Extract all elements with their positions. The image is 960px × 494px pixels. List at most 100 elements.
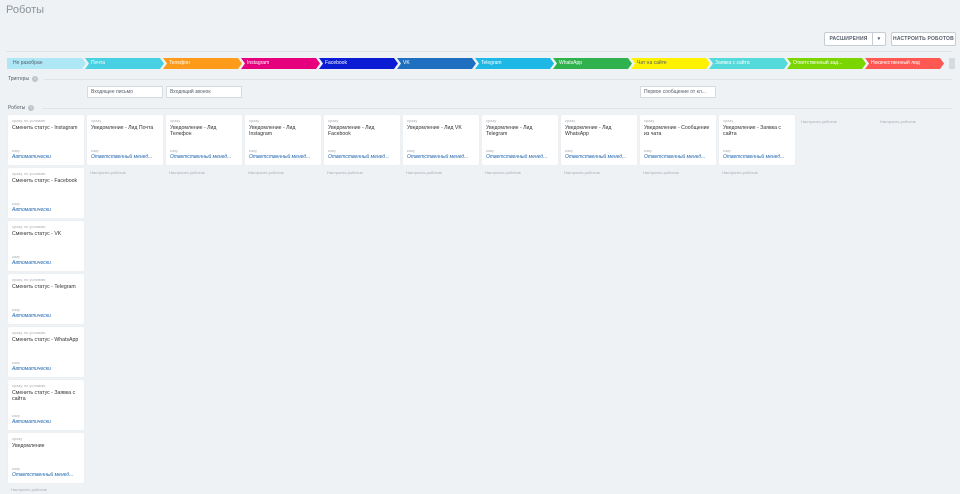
- robot-responsible[interactable]: Ответственный менед...: [565, 154, 626, 160]
- robot-card[interactable]: сразу, по условию Сменить статус - WhatsA…: [8, 327, 84, 377]
- robot-delay: сразу: [12, 436, 23, 441]
- stage-5[interactable]: Facebook: [319, 58, 398, 69]
- divider: [42, 108, 952, 109]
- stage-9[interactable]: Чат на сайте: [631, 58, 710, 69]
- page-title: Роботы: [6, 4, 45, 16]
- stage-10[interactable]: Заявка с сайта: [709, 58, 788, 69]
- robot-responsible[interactable]: Ответственный менед...: [644, 154, 705, 160]
- stage-11[interactable]: Ответственный зад...: [787, 58, 866, 69]
- configure-robots-link[interactable]: Настроить роботов: [90, 170, 126, 175]
- extensions-button[interactable]: РАСШИРЕНИЯ ▾: [824, 32, 886, 46]
- divider: [6, 51, 952, 52]
- robot-title: Сменить статус - Instagram: [12, 125, 78, 131]
- robot-card[interactable]: сразу, по условию Сменить статус - Facebo…: [8, 168, 84, 218]
- robot-delay: сразу, по условию: [12, 118, 46, 123]
- robot-title: Уведомление - Лид VK: [407, 125, 462, 131]
- configure-robots-link[interactable]: Настроить роботов: [248, 170, 284, 175]
- help-icon[interactable]: ?: [28, 105, 35, 111]
- robot-responsible[interactable]: Автоматически: [12, 207, 51, 213]
- robot-card[interactable]: сразу Уведомление - Лид VK кому Ответственн…: [403, 115, 479, 165]
- help-icon[interactable]: ?: [32, 76, 39, 82]
- robot-card[interactable]: сразу Уведомление - Лид Instagram кому Отве…: [245, 115, 321, 165]
- robot-card[interactable]: сразу, по условию Сменить статус - Telegr…: [8, 274, 84, 324]
- robot-responsible[interactable]: Ответственный менед...: [328, 154, 389, 160]
- robot-responsible-label: кому: [407, 149, 415, 153]
- configure-robots-link[interactable]: Настроить роботов: [327, 170, 363, 175]
- robot-responsible-label: кому: [12, 255, 20, 259]
- stage-7[interactable]: Telegram: [475, 58, 554, 69]
- robot-delay: сразу: [723, 118, 734, 123]
- robot-title: Уведомление - Сообщение из чата: [644, 125, 710, 137]
- configure-robots-link[interactable]: Настроить роботов: [880, 119, 916, 124]
- robot-delay: сразу: [91, 118, 102, 123]
- robot-title: Сменить статус - VK: [12, 231, 62, 237]
- robot-delay: сразу: [407, 118, 418, 123]
- configure-robots-link[interactable]: Настроить роботов: [643, 170, 679, 175]
- robot-responsible-label: кому: [12, 414, 20, 418]
- triggers-section: Триггеры ?: [8, 76, 39, 82]
- robot-card[interactable]: сразу Уведомление - Лид WhatsApp кому Ответ…: [561, 115, 637, 165]
- stages-scroll-handle[interactable]: [949, 58, 955, 69]
- trigger-incoming-email[interactable]: Входящее письмо: [87, 86, 163, 98]
- robot-responsible[interactable]: Автоматически: [12, 260, 51, 266]
- robot-responsible-label: кому: [12, 361, 20, 365]
- robot-responsible[interactable]: Ответственный менед...: [486, 154, 547, 160]
- robot-responsible[interactable]: Автоматически: [12, 313, 51, 319]
- robot-card[interactable]: сразу, по условию Сменить статус - Заявка…: [8, 380, 84, 430]
- robots-label: Роботы: [8, 105, 26, 111]
- robot-responsible[interactable]: Автоматически: [12, 419, 51, 425]
- configure-robots-link[interactable]: Настроить роботов: [722, 170, 758, 175]
- robot-responsible[interactable]: Ответственный менед...: [723, 154, 784, 160]
- robot-responsible[interactable]: Ответственный менед...: [407, 154, 468, 160]
- robot-title: Уведомление - Лид Facebook: [328, 125, 375, 137]
- configure-robots-link[interactable]: Настроить роботов: [564, 170, 600, 175]
- robot-responsible-label: кому: [723, 149, 731, 153]
- configure-robots-link[interactable]: Настроить роботов: [406, 170, 442, 175]
- robot-title: Сменить статус - WhatsApp: [12, 337, 79, 343]
- robot-responsible[interactable]: Ответственный менед...: [249, 154, 310, 160]
- robot-card[interactable]: сразу Уведомление кому Ответственный менед.…: [8, 433, 84, 483]
- robot-card[interactable]: сразу, по условию Сменить статус - VK кому…: [8, 221, 84, 271]
- configure-robots-link[interactable]: Настроить роботов: [169, 170, 205, 175]
- robot-card[interactable]: сразу Уведомление - Лид Почта кому Ответств…: [87, 115, 163, 165]
- configure-robots-button[interactable]: НАСТРОИТЬ РОБОТОВ: [891, 32, 956, 46]
- configure-robots-link[interactable]: Настроить роботов: [485, 170, 521, 175]
- stage-4[interactable]: Instagram: [241, 58, 320, 69]
- stage-12[interactable]: Некачественный лид: [865, 58, 944, 69]
- robot-responsible[interactable]: Ответственный менед...: [91, 154, 152, 160]
- robot-delay: сразу, по условию: [12, 383, 46, 388]
- stage-1[interactable]: Не разобран: [7, 58, 86, 69]
- robot-delay: сразу, по условию: [12, 330, 46, 335]
- robot-responsible-label: кому: [91, 149, 99, 153]
- robot-card[interactable]: сразу Уведомление - Лид Телефон кому Ответс…: [166, 115, 242, 165]
- robot-responsible-label: кому: [486, 149, 494, 153]
- robot-responsible-label: кому: [12, 467, 20, 471]
- robot-title: Уведомление - Лид Телефон: [170, 125, 217, 137]
- robot-title: Уведомление: [12, 443, 45, 449]
- robot-responsible[interactable]: Ответственный менед...: [12, 472, 73, 478]
- chevron-down-icon[interactable]: ▾: [872, 33, 885, 45]
- divider: [44, 79, 952, 80]
- configure-robots-link[interactable]: Настроить роботов: [801, 119, 837, 124]
- trigger-first-chat-message[interactable]: Первое сообщение от кл...: [640, 86, 716, 98]
- stage-2[interactable]: Почта: [85, 58, 164, 69]
- robot-delay: сразу: [486, 118, 497, 123]
- robot-delay: сразу: [644, 118, 655, 123]
- robot-card[interactable]: сразу Уведомление - Заявка с сайта кому Отв…: [719, 115, 795, 165]
- robot-responsible-label: кому: [12, 149, 20, 153]
- robot-card[interactable]: сразу, по условию Сменить статус - Instag…: [8, 115, 84, 165]
- robot-delay: сразу: [328, 118, 339, 123]
- stage-6[interactable]: VK: [397, 58, 476, 69]
- robot-card[interactable]: сразу Уведомление - Лид Telegram кому Ответ…: [482, 115, 558, 165]
- stage-3[interactable]: Телефон: [163, 58, 242, 69]
- robot-responsible[interactable]: Автоматически: [12, 366, 51, 372]
- robot-title: Сменить статус - Facebook: [12, 178, 78, 184]
- robot-title: Сменить статус - Заявка с сайта: [12, 390, 76, 402]
- robot-responsible[interactable]: Автоматически: [12, 154, 51, 160]
- robot-card[interactable]: сразу Уведомление - Сообщение из чата кому…: [640, 115, 716, 165]
- trigger-incoming-call[interactable]: Входящий звонок: [166, 86, 242, 98]
- stage-8[interactable]: WhatsApp: [553, 58, 632, 69]
- configure-robots-link[interactable]: Настроить роботов: [11, 487, 47, 492]
- robot-card[interactable]: сразу Уведомление - Лид Facebook кому Ответ…: [324, 115, 400, 165]
- robot-responsible[interactable]: Ответственный менед...: [170, 154, 231, 160]
